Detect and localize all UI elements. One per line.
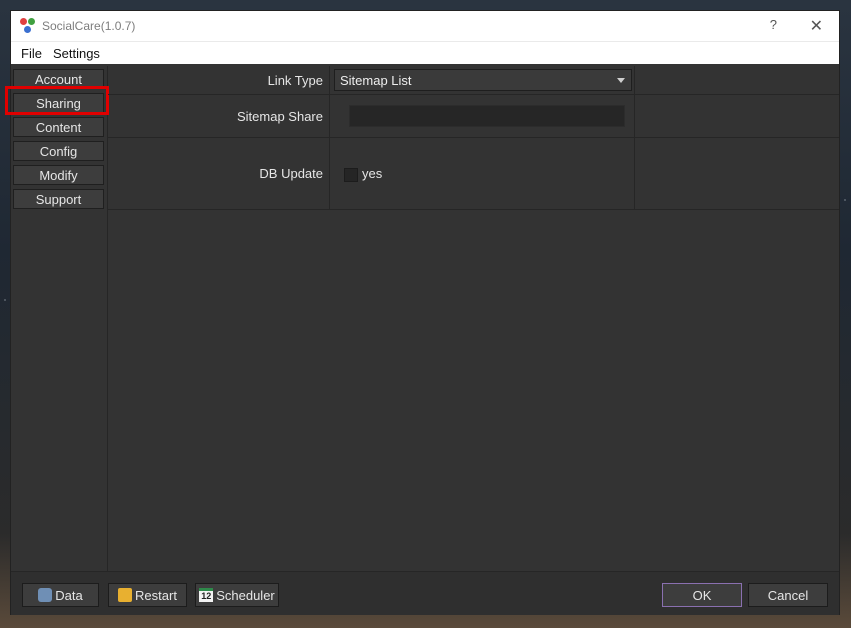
menu-settings[interactable]: Settings	[47, 46, 105, 61]
data-button[interactable]: Data	[22, 583, 99, 607]
chevron-down-icon	[617, 78, 625, 83]
scheduler-button[interactable]: 12 Scheduler	[195, 583, 279, 607]
app-logo-icon	[20, 18, 36, 34]
menu-bar: File Settings	[11, 41, 839, 64]
database-icon	[38, 588, 53, 602]
restart-button-label: Restart	[135, 587, 177, 603]
scheduler-button-label: Scheduler	[216, 587, 275, 603]
close-icon[interactable]: ✕	[810, 16, 823, 36]
db-update-checkbox[interactable]	[344, 168, 358, 182]
sidebar: Account Sharing Content Config Modify Su…	[5, 66, 109, 571]
column-divider	[634, 138, 635, 209]
row-link-type: Link Type Sitemap List	[108, 66, 839, 95]
db-update-label: DB Update	[108, 138, 330, 209]
data-button-label: Data	[55, 587, 83, 603]
sidebar-item-content[interactable]: Content	[13, 117, 104, 137]
db-update-checkbox-label[interactable]: yes	[362, 166, 382, 181]
sidebar-item-support[interactable]: Support	[13, 189, 104, 209]
help-button[interactable]: ?	[770, 17, 777, 32]
main-content: Account Sharing Content Config Modify Su…	[5, 66, 839, 571]
app-window: SocialCare(1.0.7) ? ✕ File Settings Acco…	[5, 10, 840, 615]
column-divider	[634, 66, 635, 94]
menu-file[interactable]: File	[15, 46, 47, 61]
link-type-label: Link Type	[108, 66, 330, 94]
calendar-icon: 12	[199, 588, 214, 602]
row-db-update: DB Update yes	[108, 138, 839, 210]
link-type-value: Sitemap List	[340, 72, 412, 88]
window-title: SocialCare(1.0.7)	[42, 19, 136, 33]
sidebar-item-modify[interactable]: Modify	[13, 165, 104, 185]
restart-button[interactable]: Restart	[108, 583, 187, 607]
column-divider	[634, 95, 635, 137]
bottom-toolbar: Data Restart 12 Scheduler OK Cancel	[11, 571, 839, 615]
title-bar: SocialCare(1.0.7) ? ✕	[11, 11, 839, 41]
restart-icon	[118, 588, 133, 602]
row-sitemap-share: Sitemap Share	[108, 95, 839, 138]
sitemap-share-label: Sitemap Share	[108, 95, 330, 137]
link-type-select[interactable]: Sitemap List	[334, 69, 632, 91]
cancel-button[interactable]: Cancel	[748, 583, 828, 607]
selection-highlight	[5, 86, 109, 115]
sidebar-item-config[interactable]: Config	[13, 141, 104, 161]
sitemap-share-input[interactable]	[349, 105, 625, 127]
ok-button[interactable]: OK	[662, 583, 742, 607]
